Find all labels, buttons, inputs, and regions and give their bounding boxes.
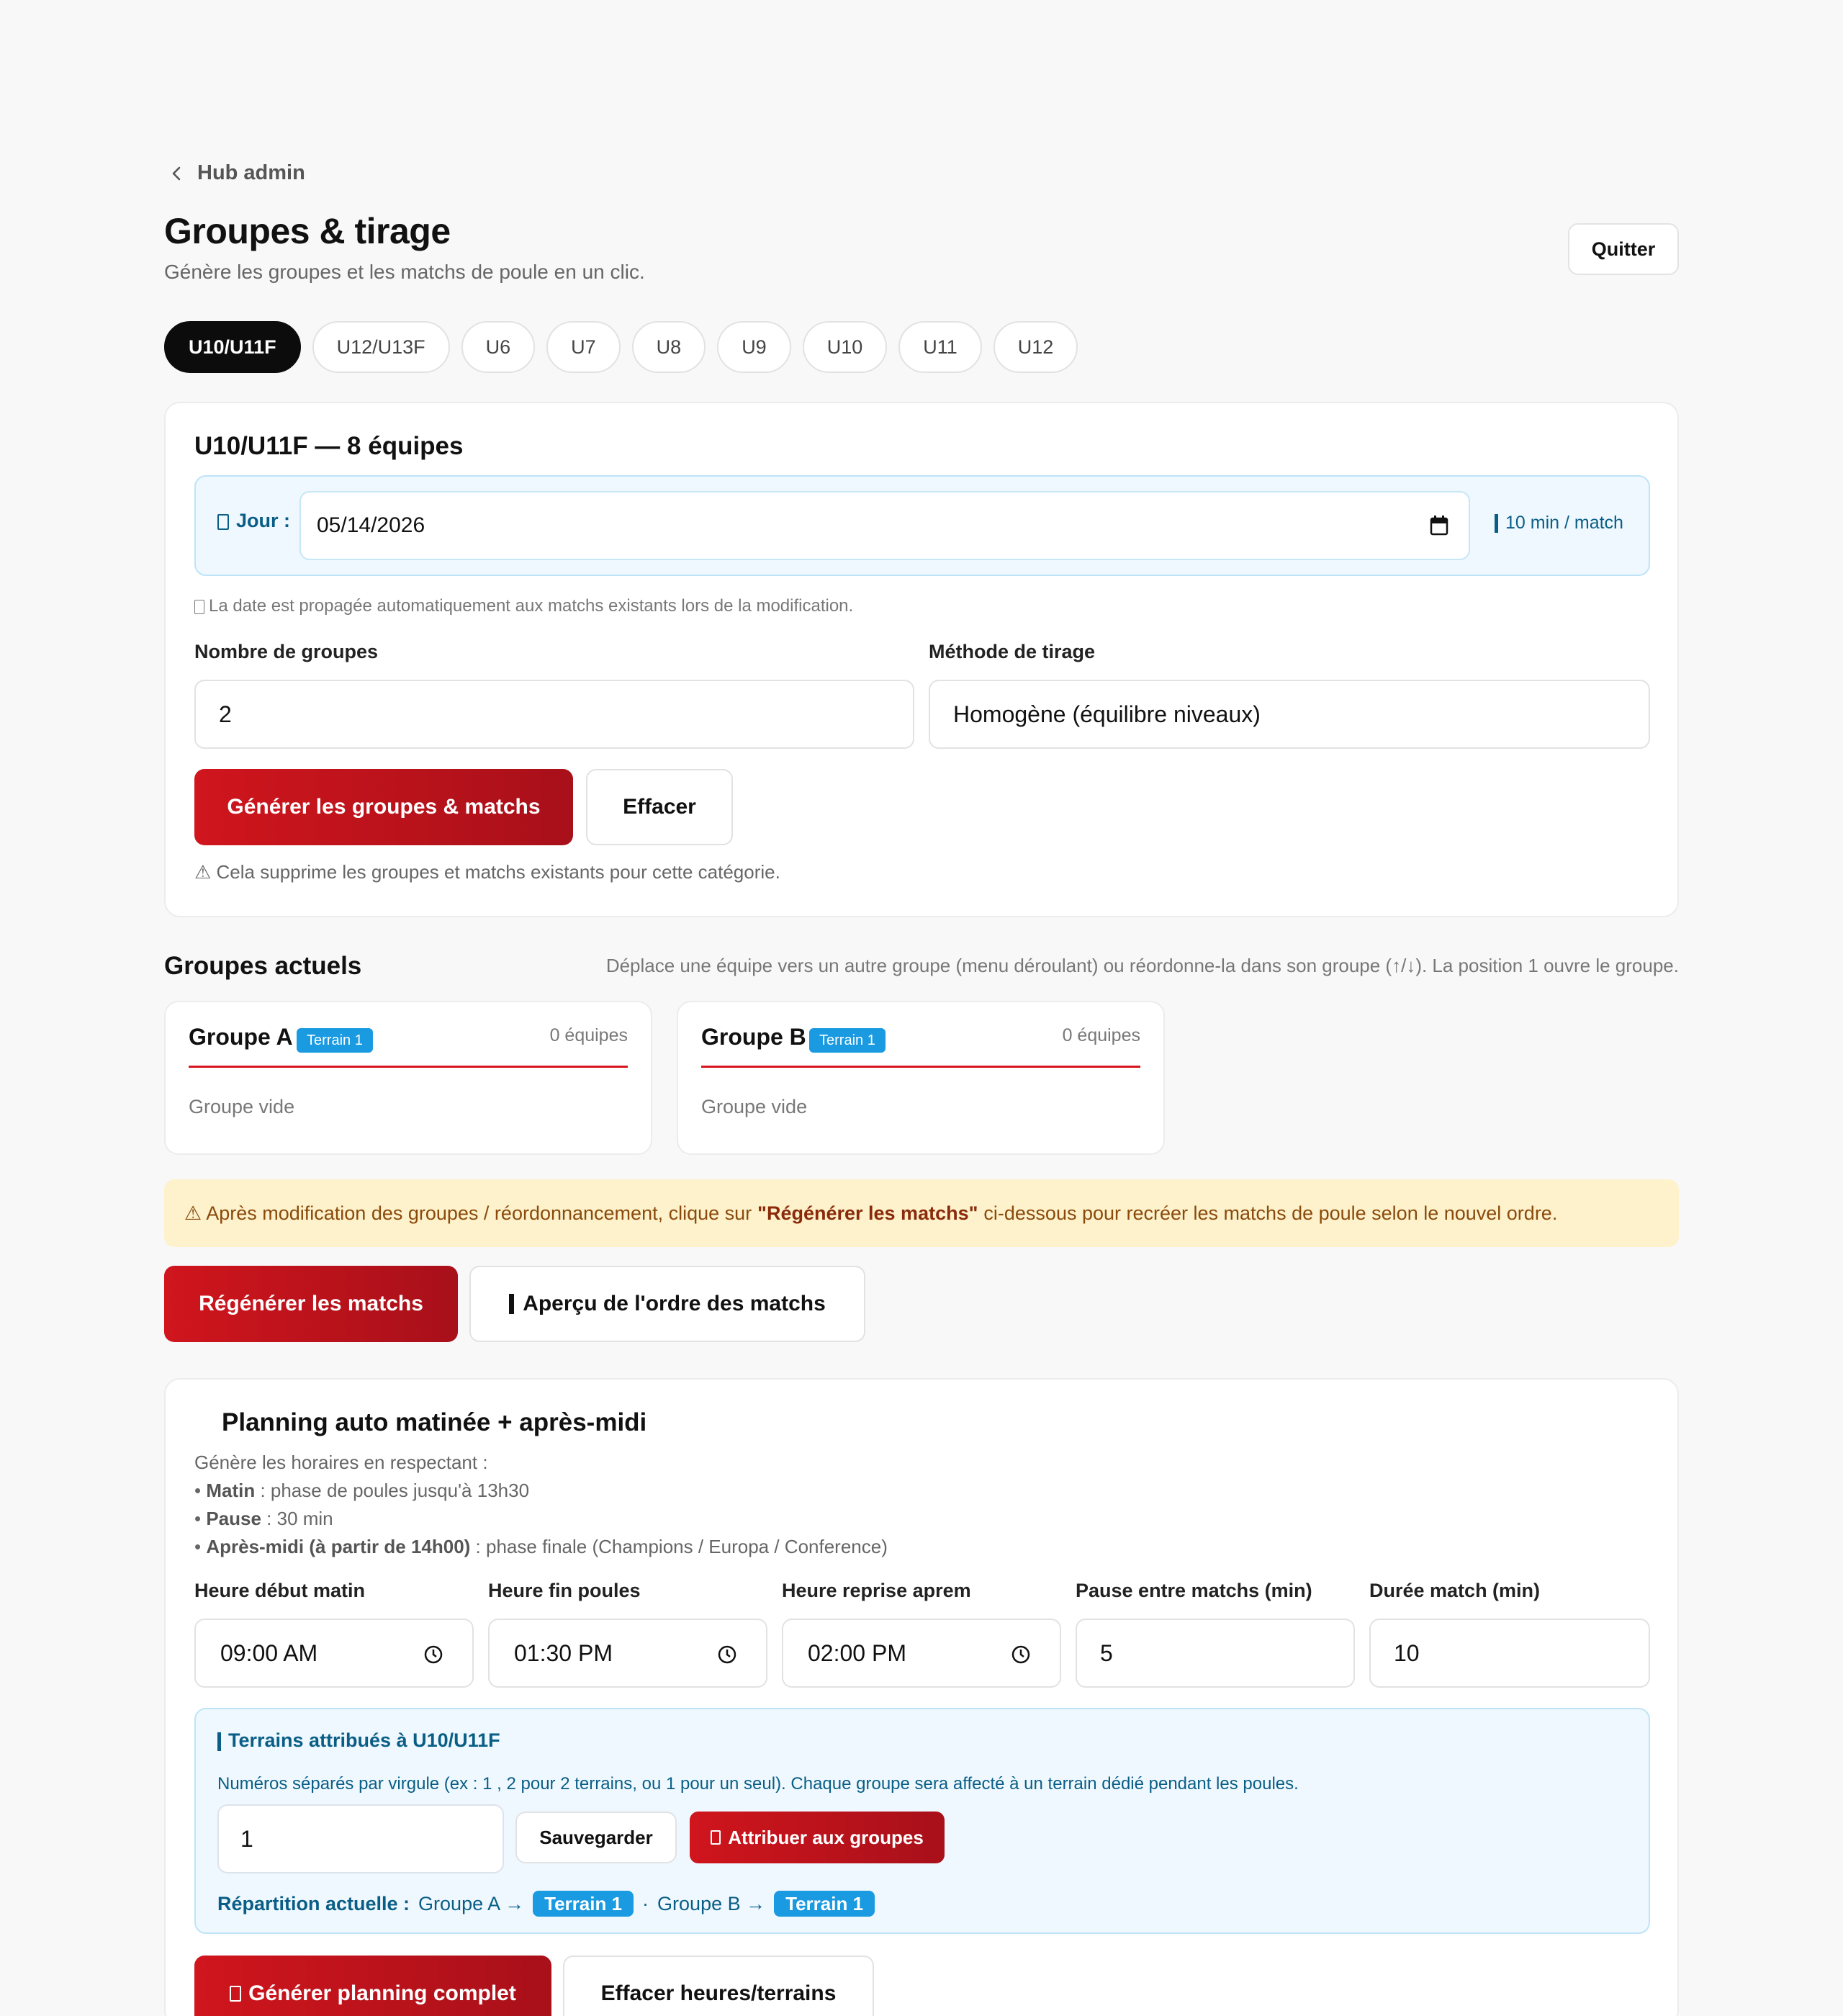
assign-icon bbox=[711, 1830, 721, 1845]
current-distribution: Répartition actuelle : Groupe A → Terrai… bbox=[217, 1891, 875, 1917]
planning-rule-pause: • Pause : 30 min bbox=[194, 1508, 333, 1529]
tab-u7[interactable]: U7 bbox=[546, 321, 621, 373]
generate-groups-button[interactable]: Générer les groupes & matchs bbox=[194, 769, 573, 845]
terrains-panel: Terrains attribués à U10/U11F Numéros sé… bbox=[194, 1708, 1650, 1934]
group-name: Groupe B bbox=[701, 1024, 806, 1050]
match-pause-label: Pause entre matchs (min) bbox=[1076, 1580, 1312, 1601]
clock-icon[interactable] bbox=[717, 1644, 737, 1665]
regen-warning: ⚠ Après modification des groupes / réord… bbox=[164, 1179, 1679, 1247]
planning-rule-morning: • Matin : phase de poules jusqu'à 13h30 bbox=[194, 1480, 530, 1501]
match-duration-label: Durée match (min) bbox=[1369, 1580, 1541, 1601]
info-icon bbox=[194, 599, 204, 614]
chevron-left-icon bbox=[172, 166, 181, 180]
terrain-badge: Terrain 1 bbox=[297, 1028, 373, 1053]
empty-state: Groupe vide bbox=[189, 1096, 295, 1117]
timer-icon bbox=[1495, 514, 1498, 534]
regen-warning-post: ci-dessous pour recréer les matchs de po… bbox=[983, 1202, 1558, 1224]
calendar-picker-icon[interactable] bbox=[1430, 516, 1448, 536]
regen-warning-strong: "Régénérer les matchs" bbox=[757, 1202, 978, 1224]
match-duration-input[interactable]: 10 bbox=[1369, 1619, 1650, 1688]
terrain-badge: Terrain 1 bbox=[809, 1028, 886, 1053]
assign-groups-button[interactable]: Attribuer aux groupes bbox=[690, 1812, 945, 1863]
terrains-input[interactable]: 1 bbox=[217, 1804, 504, 1873]
preview-order-button[interactable]: Aperçu de l'ordre des matchs bbox=[469, 1266, 865, 1342]
date-note: La date est propagée automatiquement aux… bbox=[194, 596, 853, 616]
resume-time-label: Heure reprise aprem bbox=[782, 1580, 971, 1601]
date-input[interactable]: 05/14/2026 bbox=[299, 491, 1470, 560]
regenerate-matches-button[interactable]: Régénérer les matchs bbox=[164, 1266, 458, 1342]
groups-count-input[interactable]: 2 bbox=[194, 680, 914, 749]
match-pause-input[interactable]: 5 bbox=[1076, 1619, 1355, 1688]
tab-u6[interactable]: U6 bbox=[461, 321, 536, 373]
draw-method-select[interactable]: Homogène (équilibre niveaux) bbox=[929, 680, 1650, 749]
planning-icon bbox=[230, 1986, 242, 2002]
tab-u8[interactable]: U8 bbox=[631, 321, 706, 373]
quit-button[interactable]: Quitter bbox=[1568, 223, 1679, 275]
config-card: U10/U11F — 8 équipes Jour : 05/14/2026 1… bbox=[164, 402, 1679, 917]
groups-count-label: Nombre de groupes bbox=[194, 641, 379, 662]
team-count: 0 équipes bbox=[1062, 1025, 1140, 1045]
save-terrains-button[interactable]: Sauvegarder bbox=[515, 1812, 677, 1863]
draw-method-label: Méthode de tirage bbox=[929, 641, 1096, 662]
category-tabs: U10/U11F U12/U13F U6 U7 U8 U9 U10 U11 U1… bbox=[164, 321, 1078, 373]
pool-end-label: Heure fin poules bbox=[488, 1580, 641, 1601]
preview-order-label: Aperçu de l'ordre des matchs bbox=[523, 1292, 826, 1315]
distribution-terrain-badge: Terrain 1 bbox=[774, 1891, 875, 1917]
regen-warning-pre: ⚠ Après modification des groupes / réord… bbox=[184, 1202, 752, 1224]
clock-icon[interactable] bbox=[1011, 1644, 1031, 1665]
page-title: Groupes & tirage bbox=[164, 211, 451, 251]
tab-u9[interactable]: U9 bbox=[717, 321, 791, 373]
day-label: Jour : bbox=[217, 510, 290, 532]
planning-title: Planning auto matinée + après-midi bbox=[222, 1408, 647, 1436]
clear-schedule-button[interactable]: Effacer heures/terrains bbox=[563, 1956, 874, 2016]
divider bbox=[189, 1066, 628, 1068]
list-icon bbox=[509, 1294, 515, 1314]
start-time-input[interactable]: 09:00 AM bbox=[194, 1619, 474, 1688]
planning-description: Génère les horaires en respectant : • Ma… bbox=[194, 1449, 888, 1561]
day-band: Jour : 05/14/2026 10 min / match bbox=[194, 475, 1650, 576]
pool-end-input[interactable]: 01:30 PM bbox=[488, 1619, 767, 1688]
back-link-label: Hub admin bbox=[197, 161, 305, 184]
distribution-terrain-badge: Terrain 1 bbox=[533, 1891, 634, 1917]
distribution-label: Répartition actuelle : bbox=[217, 1892, 410, 1914]
field-icon bbox=[217, 1732, 221, 1751]
generate-planning-button[interactable]: Générer planning complet bbox=[194, 1956, 551, 2016]
delete-warning: ⚠ Cela supprime les groupes et matchs ex… bbox=[194, 861, 780, 883]
page: Hub admin Groupes & tirage Génère les gr… bbox=[0, 0, 1843, 2016]
team-count: 0 équipes bbox=[549, 1025, 628, 1045]
clock-icon[interactable] bbox=[423, 1644, 443, 1665]
distribution-separator: · bbox=[642, 1892, 649, 1914]
page-subtitle: Génère les groupes et les matchs de poul… bbox=[164, 261, 645, 283]
terrains-description: Numéros séparés par virgule (ex : 1 , 2 … bbox=[217, 1774, 1299, 1794]
empty-state: Groupe vide bbox=[701, 1096, 808, 1117]
group-card-a: Groupe A Terrain 1 0 équipes Groupe vide bbox=[164, 1001, 652, 1155]
distribution-group-b: Groupe B → bbox=[657, 1892, 766, 1914]
clear-button[interactable]: Effacer bbox=[586, 769, 733, 845]
config-card-title: U10/U11F — 8 équipes bbox=[194, 432, 464, 460]
planning-card: Planning auto matinée + après-midi Génèr… bbox=[164, 1378, 1679, 2016]
tab-u12-u13f[interactable]: U12/U13F bbox=[312, 321, 450, 373]
tab-u11[interactable]: U11 bbox=[898, 321, 982, 373]
resume-time-input[interactable]: 02:00 PM bbox=[782, 1619, 1061, 1688]
tab-u12[interactable]: U12 bbox=[993, 321, 1078, 373]
group-name: Groupe A bbox=[189, 1024, 293, 1050]
divider bbox=[701, 1066, 1140, 1068]
date-value: 05/14/2026 bbox=[317, 513, 425, 537]
planning-rule-afternoon: • Après-midi (à partir de 14h00) : phase… bbox=[194, 1536, 888, 1557]
tab-u10[interactable]: U10 bbox=[802, 321, 888, 373]
group-card-b: Groupe B Terrain 1 0 équipes Groupe vide bbox=[677, 1001, 1165, 1155]
current-groups-title: Groupes actuels bbox=[164, 952, 362, 980]
calendar-icon bbox=[217, 513, 229, 530]
per-match-duration: 10 min / match bbox=[1495, 513, 1623, 534]
planning-intro: Génère les horaires en respectant : bbox=[194, 1452, 488, 1473]
back-link[interactable]: Hub admin bbox=[168, 161, 305, 185]
current-groups-hint: Déplace une équipe vers un autre groupe … bbox=[605, 955, 1679, 976]
start-time-label: Heure début matin bbox=[194, 1580, 366, 1601]
tab-u10-u11f[interactable]: U10/U11F bbox=[164, 321, 301, 373]
distribution-group-a: Groupe A → bbox=[418, 1892, 525, 1914]
terrains-title: Terrains attribués à U10/U11F bbox=[217, 1729, 500, 1752]
